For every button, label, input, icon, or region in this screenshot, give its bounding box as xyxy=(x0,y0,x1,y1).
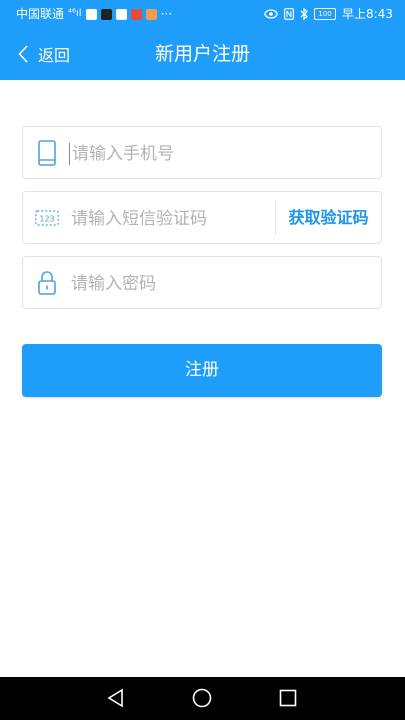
bluetooth-icon xyxy=(300,8,308,20)
circle-home-icon xyxy=(192,688,212,708)
sms-code-field: 123 获取验证码 xyxy=(22,191,382,245)
tiktok-notification-icon xyxy=(100,8,112,20)
back-button[interactable]: 返回 xyxy=(18,28,70,80)
nfc-icon xyxy=(284,8,295,20)
system-home-button[interactable] xyxy=(172,677,232,720)
password-field xyxy=(22,256,382,310)
square-recents-icon xyxy=(279,689,297,707)
system-back-button[interactable] xyxy=(86,677,146,720)
sms-code-input[interactable] xyxy=(69,192,273,245)
system-nav-bar xyxy=(0,677,405,720)
battery-icon: 100 xyxy=(314,8,337,20)
status-right: 100 早上8:43 xyxy=(264,0,393,28)
more-notifications-icon: ··· xyxy=(160,7,173,21)
phone-field xyxy=(22,126,382,179)
get-code-button[interactable]: 获取验证码 xyxy=(276,192,381,243)
lock-icon xyxy=(38,271,56,295)
status-left: 中国联通 ⁴⁶ıl ··· xyxy=(16,0,172,28)
register-form: 123 获取验证码 注册 xyxy=(0,80,405,677)
back-label: 返回 xyxy=(38,46,71,65)
status-bar: 中国联通 ⁴⁶ıl ··· 100 早上8:43 xyxy=(0,0,405,28)
news-notification-icon xyxy=(130,8,142,20)
eye-icon xyxy=(264,9,278,19)
clock: 早上8:43 xyxy=(342,7,393,21)
video-notification-icon xyxy=(145,8,157,20)
signal-icon: ⁴⁶ıl xyxy=(68,8,82,19)
number-123-icon: 123 xyxy=(35,210,59,226)
nav-bar: 返回 新用户注册 xyxy=(0,28,405,80)
svg-text:123: 123 xyxy=(39,215,54,224)
app-screen: 中国联通 ⁴⁶ıl ··· 100 早上8:43 返回 新用户注册 请输入手机号… xyxy=(0,0,405,720)
phone-input[interactable] xyxy=(69,143,374,165)
chevron-left-icon xyxy=(18,45,28,63)
message-notification-icon xyxy=(115,8,127,20)
triangle-back-icon xyxy=(107,688,123,708)
system-recents-button[interactable] xyxy=(258,677,318,720)
password-input[interactable] xyxy=(69,257,373,310)
carrier-label: 中国联通 xyxy=(16,7,65,21)
phone-icon xyxy=(38,140,56,166)
register-button[interactable]: 注册 xyxy=(22,344,382,397)
app-notification-icon xyxy=(85,8,97,20)
